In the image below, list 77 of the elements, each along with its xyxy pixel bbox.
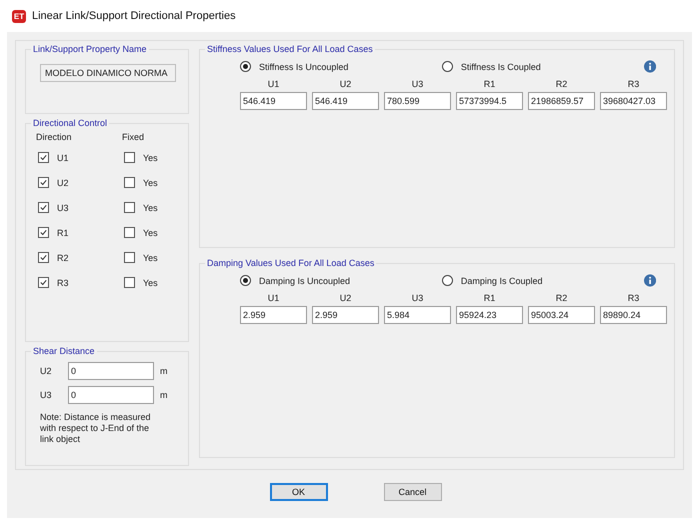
direction-checkbox[interactable] — [38, 227, 49, 238]
info-icon[interactable] — [644, 60, 656, 73]
column-label: R2 — [556, 79, 568, 89]
column-label: U3 — [412, 79, 424, 89]
value-input[interactable]: 546.419 — [312, 92, 379, 110]
fixed-checkbox[interactable] — [124, 202, 135, 213]
field-label: U3 — [40, 390, 53, 400]
unit-label: m — [160, 390, 168, 400]
checkbox-label: Yes — [143, 278, 158, 288]
value-input[interactable]: 95924.23 — [456, 306, 523, 324]
column-label: R3 — [628, 293, 640, 303]
direction-checkbox[interactable] — [38, 252, 49, 263]
group-heading: Directional Control — [32, 118, 108, 128]
radio-button[interactable] — [240, 61, 251, 72]
direction-checkbox[interactable] — [38, 202, 49, 213]
fixed-checkbox[interactable] — [124, 152, 135, 163]
distance-input[interactable]: 0 — [68, 386, 154, 404]
radio-label: Damping Is Coupled — [460, 276, 542, 286]
value-input[interactable]: 89890.24 — [600, 306, 667, 324]
unit-label: m — [160, 366, 168, 376]
direction-checkbox[interactable] — [38, 277, 49, 288]
radio-label: Stiffness Is Uncoupled — [259, 62, 348, 72]
checkbox-label: Yes — [143, 228, 158, 238]
column-header: Fixed — [122, 132, 144, 142]
radio-button[interactable] — [442, 61, 453, 72]
fixed-checkbox[interactable] — [124, 277, 135, 288]
radio-label: Stiffness Is Coupled — [460, 62, 541, 72]
ok-button[interactable]: OK — [270, 483, 328, 501]
radio-button[interactable] — [240, 275, 251, 286]
column-label: R3 — [628, 79, 640, 89]
checkbox-label: R2 — [57, 252, 69, 262]
column-label: R1 — [484, 79, 496, 89]
checkbox-label: R3 — [57, 278, 69, 288]
group-heading: Shear Distance — [32, 346, 96, 356]
direction-checkbox[interactable] — [38, 152, 49, 163]
checkbox-label: Yes — [143, 152, 158, 162]
checkbox-label: U3 — [57, 202, 69, 212]
column-header: Direction — [35, 132, 73, 142]
window-title: Linear Link/Support Directional Properties — [32, 10, 236, 22]
distance-input[interactable]: 0 — [68, 362, 154, 380]
checkbox-label: U1 — [57, 152, 69, 162]
value-input[interactable]: 95003.24 — [528, 306, 595, 324]
cancel-button[interactable]: Cancel — [384, 483, 442, 501]
column-label: U1 — [268, 79, 280, 89]
column-label: R2 — [556, 293, 568, 303]
checkbox-label: R1 — [57, 228, 69, 238]
note-text: Note: Distance is measured with respect to J-End of the link object — [40, 412, 152, 445]
fixed-checkbox[interactable] — [124, 227, 135, 238]
value-input[interactable]: 2.959 — [312, 306, 379, 324]
value-input[interactable]: 2.959 — [240, 306, 307, 324]
checkbox-label: Yes — [143, 202, 158, 212]
group-heading: Link/Support Property Name — [32, 44, 148, 54]
column-label: R1 — [484, 293, 496, 303]
value-input[interactable]: 546.419 — [240, 92, 307, 110]
value-input[interactable]: 5.984 — [384, 306, 451, 324]
fixed-checkbox[interactable] — [124, 252, 135, 263]
value-input[interactable]: 780.599 — [384, 92, 451, 110]
group-heading: Damping Values Used For All Load Cases — [206, 258, 376, 268]
checkbox-label: U2 — [57, 178, 69, 188]
radio-button[interactable] — [442, 275, 453, 286]
checkbox-label: Yes — [143, 178, 158, 188]
column-label: U3 — [412, 293, 424, 303]
value-input[interactable]: 21986859.57 — [528, 92, 595, 110]
fixed-checkbox[interactable] — [124, 177, 135, 188]
group-heading: Stiffness Values Used For All Load Cases — [206, 44, 374, 54]
property-name-field: MODELO DINAMICO NORMA — [40, 64, 176, 82]
column-label: U1 — [268, 293, 280, 303]
field-label: U2 — [40, 366, 53, 376]
app-logo-icon: ET — [12, 10, 26, 22]
radio-label: Damping Is Uncoupled — [259, 276, 350, 286]
column-label: U2 — [340, 293, 352, 303]
info-icon[interactable] — [644, 274, 656, 287]
column-label: U2 — [340, 79, 352, 89]
direction-checkbox[interactable] — [38, 177, 49, 188]
checkbox-label: Yes — [143, 252, 158, 262]
value-input[interactable]: 57373994.5 — [456, 92, 523, 110]
value-input[interactable]: 39680427.03 — [600, 92, 667, 110]
